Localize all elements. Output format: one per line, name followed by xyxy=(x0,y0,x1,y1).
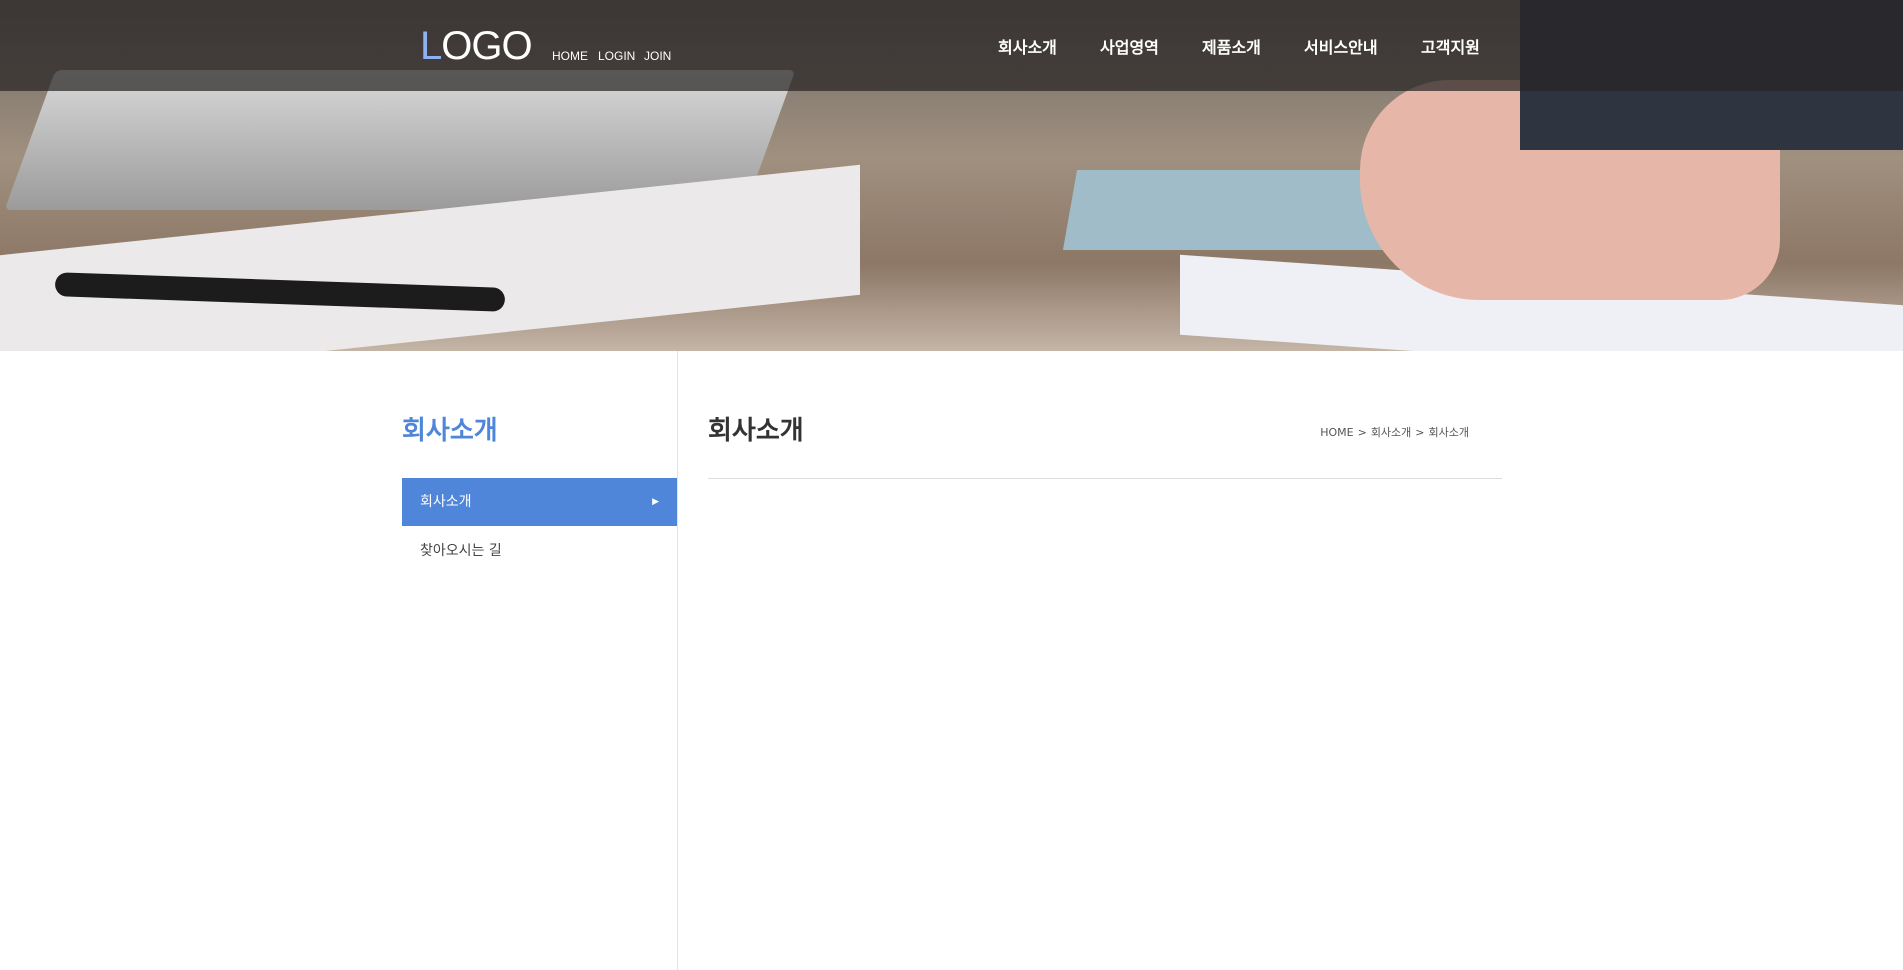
divider xyxy=(677,351,678,970)
login-link[interactable]: LOGIN xyxy=(598,49,635,63)
breadcrumb-current[interactable]: 회사소개 xyxy=(1429,426,1469,439)
breadcrumb-company[interactable]: 회사소개 xyxy=(1371,426,1411,439)
sidebar-item-directions[interactable]: 찾아오시는 길 xyxy=(402,527,677,575)
nav-business[interactable]: 사업영역 xyxy=(1100,34,1159,58)
sidebar-item-company[interactable]: 회사소개 ▶ xyxy=(402,478,677,526)
title-divider xyxy=(708,478,1502,479)
nav-products[interactable]: 제품소개 xyxy=(1202,34,1261,58)
logo[interactable]: LOGO xyxy=(420,24,533,69)
sidebar-title: 회사소개 xyxy=(402,416,498,446)
breadcrumb-home[interactable]: HOME xyxy=(1320,426,1353,439)
breadcrumb: HOME > 회사소개 > 회사소개 xyxy=(1320,426,1469,439)
nav-support[interactable]: 고객지원 xyxy=(1421,34,1480,58)
caret-right-icon: ▶ xyxy=(652,497,659,507)
page-title: 회사소개 xyxy=(708,416,804,446)
top-header: LOGO HOME LOGIN JOIN 회사소개 사업영역 제품소개 서비스안… xyxy=(0,0,1903,91)
nav-company[interactable]: 회사소개 xyxy=(998,34,1057,58)
join-link[interactable]: JOIN xyxy=(644,49,671,63)
home-link[interactable]: HOME xyxy=(552,49,588,63)
nav-services[interactable]: 서비스안내 xyxy=(1304,34,1378,58)
